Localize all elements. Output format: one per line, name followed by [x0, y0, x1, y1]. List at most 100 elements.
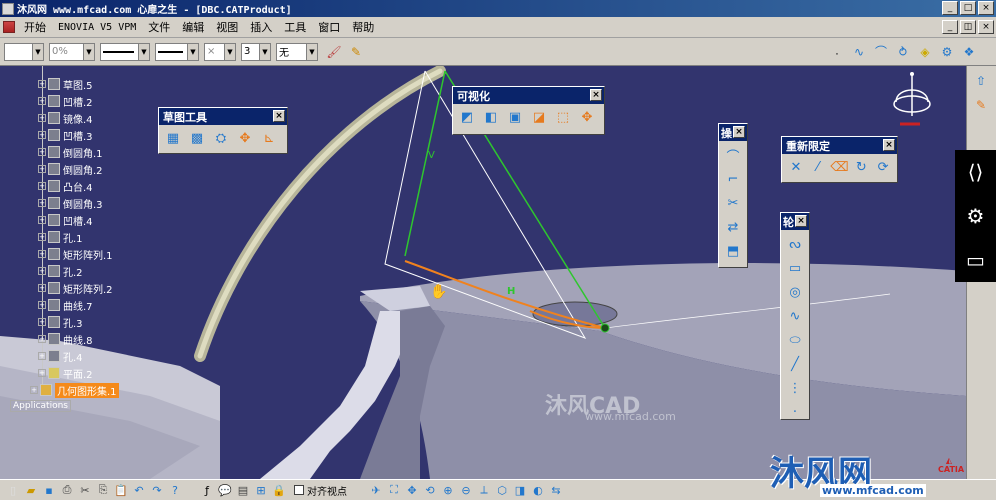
ellipse-icon[interactable]: ⬭ [785, 330, 805, 350]
doc-restore-button[interactable]: ◫ [960, 20, 976, 34]
dimension-icon[interactable]: ⊾ [259, 128, 279, 148]
point-icon[interactable]: · [785, 402, 805, 422]
tree-item[interactable]: + 倒圆角.3 [38, 195, 103, 211]
new-icon[interactable]: ▯ [5, 482, 21, 498]
tree-item[interactable]: + 孔.3 [38, 314, 83, 330]
share-icon[interactable]: ⟨⟩ [968, 162, 984, 182]
tree-item[interactable]: + 孔.2 [38, 263, 83, 279]
line-style-combo-arrow[interactable]: ▼ [187, 42, 199, 61]
assembly-icon[interactable]: ❖ [960, 43, 978, 61]
doc-close-button[interactable]: × [978, 20, 994, 34]
rectangle-icon[interactable]: ▭ [785, 258, 805, 278]
close-button[interactable]: × [978, 1, 994, 15]
tree-item[interactable]: + 镜像.4 [38, 110, 93, 126]
fly-icon[interactable]: ✈ [368, 482, 384, 498]
linetype-combo[interactable]: 3 [241, 42, 259, 61]
doc-minimize-button[interactable]: _ [942, 20, 958, 34]
end-point[interactable] [600, 323, 610, 333]
menu-help[interactable]: 帮助 [346, 19, 380, 35]
swap-space-icon[interactable]: ⇆ [548, 482, 564, 498]
undo-icon[interactable]: ↶ [131, 482, 147, 498]
erase-icon[interactable]: ⌫ [830, 157, 850, 177]
axis-icon[interactable]: ⋮ [785, 378, 805, 398]
profile-icon[interactable]: ᔓ [785, 234, 805, 254]
spline-icon[interactable]: ∿ [785, 306, 805, 326]
table-icon[interactable]: ▤ [235, 482, 251, 498]
tree-item[interactable]: + 矩形阵列.1 [38, 246, 113, 262]
point-symbol-combo-arrow[interactable]: ▼ [224, 42, 236, 61]
cut-part-icon[interactable]: ◩ [457, 107, 477, 127]
grid-icon[interactable]: ▦ [163, 128, 183, 148]
circle-icon[interactable]: ◎ [785, 282, 805, 302]
normal-view-icon[interactable]: ⟂ [476, 482, 492, 498]
tree-item[interactable]: + 曲线.8 [38, 331, 93, 347]
complement-icon[interactable]: ⟳ [873, 157, 893, 177]
save-icon[interactable]: ▪ [41, 482, 57, 498]
close-icon[interactable]: × [795, 215, 807, 227]
menu-file[interactable]: 文件 [142, 19, 176, 35]
hide-show-icon[interactable]: ◐ [530, 482, 546, 498]
minimize-button[interactable]: _ [942, 1, 958, 15]
shading-icon[interactable]: ▣ [505, 107, 525, 127]
tree-item[interactable]: + 凸台.4 [38, 178, 93, 194]
tree-item[interactable]: + 平面.2 [38, 365, 93, 381]
gear-icon[interactable]: ⚙ [967, 206, 985, 226]
menu-insert[interactable]: 插入 [244, 19, 278, 35]
tree-item-selected[interactable]: + 几何图形集.1 [30, 382, 119, 398]
tree-item[interactable]: + 矩形阵列.2 [38, 280, 113, 296]
palette-title[interactable]: 草图工具 × [159, 108, 287, 125]
rotate-icon[interactable]: ⟲ [422, 482, 438, 498]
transform-icon[interactable]: ⇄ [723, 217, 743, 237]
color-combo-arrow[interactable]: ▼ [32, 42, 44, 61]
project-icon[interactable]: ⬒ [723, 241, 743, 261]
color-combo[interactable] [4, 42, 32, 61]
zoom-out-icon[interactable]: ⊖ [458, 482, 474, 498]
maximize-button[interactable]: □ [960, 1, 976, 15]
line-style-combo[interactable] [155, 42, 187, 61]
palette-title[interactable]: 重新限定 × [782, 137, 897, 154]
layer-combo[interactable]: 无 [276, 42, 306, 61]
print-icon[interactable]: ⎙ [59, 482, 75, 498]
menu-edit[interactable]: 编辑 [176, 19, 210, 35]
point-symbol-combo[interactable]: × [204, 42, 224, 61]
diagnostic-icon[interactable]: ⬚ [553, 107, 573, 127]
zoom-in-icon[interactable]: ⊕ [440, 482, 456, 498]
align-viewpoint-checkbox[interactable]: 对齐视点 [294, 483, 347, 498]
menu-enovia[interactable]: ENOVIA V5 VPM [52, 22, 142, 33]
painter-icon[interactable]: 🖌 [325, 43, 343, 61]
snap-grid-icon[interactable]: ▩ [187, 128, 207, 148]
view-mode-icon[interactable]: ◧ [481, 107, 501, 127]
highlight-icon[interactable]: ◪ [529, 107, 549, 127]
properties-icon[interactable]: ✎ [347, 43, 365, 61]
redo-icon[interactable]: ↷ [149, 482, 165, 498]
tree-item[interactable]: + 孔.1 [38, 229, 83, 245]
product-icon[interactable]: ⚙ [938, 43, 956, 61]
shading-icon[interactable]: ◨ [512, 482, 528, 498]
open-icon[interactable]: ▰ [23, 482, 39, 498]
trim-icon[interactable]: ✕ [786, 157, 806, 177]
trim-icon[interactable]: ✂ [723, 193, 743, 213]
linetype-combo-arrow[interactable]: ▼ [259, 42, 271, 61]
close-curve-icon[interactable]: ↻ [851, 157, 871, 177]
dimension-display-icon[interactable]: ✥ [577, 107, 597, 127]
monitor-icon[interactable]: ▭ [966, 250, 985, 270]
tree-item[interactable]: + 草图.5 [38, 76, 93, 92]
menu-view[interactable]: 视图 [210, 19, 244, 35]
palette-title[interactable]: 操 × [719, 124, 747, 141]
menu-tools[interactable]: 工具 [278, 19, 312, 35]
spline-icon[interactable]: ∿ [850, 43, 868, 61]
tree-item[interactable]: + 倒圆角.1 [38, 144, 103, 160]
chamfer-icon[interactable]: ⌐ [723, 169, 743, 189]
tree-item[interactable]: + 倒圆角.2 [38, 161, 103, 177]
lock-icon[interactable]: 🔒 [271, 482, 287, 498]
tree-icon[interactable]: ⊞ [253, 482, 269, 498]
palette-title[interactable]: 可视化 × [453, 87, 604, 104]
cut-icon[interactable]: ✂ [77, 482, 93, 498]
pan-icon[interactable]: ✥ [404, 482, 420, 498]
tree-item[interactable]: + 曲线.7 [38, 297, 93, 313]
sketch-icon[interactable]: ✎ [972, 96, 990, 114]
exit-workbench-icon[interactable]: ⇧ [972, 72, 990, 90]
compass-icon[interactable] [893, 72, 931, 126]
paste-icon[interactable]: 📋 [113, 482, 129, 498]
construction-icon[interactable]: ⛭ [211, 128, 231, 148]
